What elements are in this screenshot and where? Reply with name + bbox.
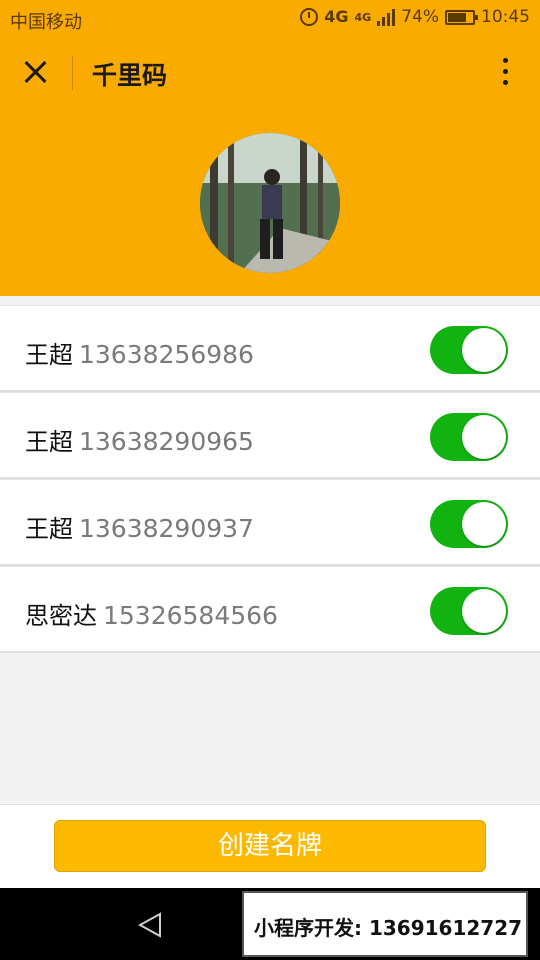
battery-icon [445,9,478,25]
app-header: 千里码 [0,38,540,296]
contact-toggle[interactable] [430,326,508,374]
contact-name: 王超 [25,428,73,456]
create-card-button[interactable]: 创建名牌 [54,820,486,872]
network-type-secondary: 4G [354,10,372,24]
contact-toggle[interactable] [430,413,508,461]
contact-list: 王超 13638256986 王超 13638290965 王超 1363829093… [0,305,540,653]
toggle-knob [462,415,506,459]
battery-percent: 74% [401,7,439,27]
contact-name: 王超 [25,341,73,369]
contact-phone: 13638290965 [79,427,254,456]
toggle-knob [462,502,506,546]
contact-label: 王超 13638256986 [25,335,254,370]
carrier-name: 中国移动 [10,12,82,33]
signal-icon [377,8,396,26]
contact-label: 王超 13638290965 [25,422,254,457]
contact-row[interactable]: 王超 13638256986 [0,305,540,392]
avatar[interactable] [200,133,340,273]
network-type: 4G [324,7,349,26]
contact-row[interactable]: 思密达 15326584566 [0,566,540,653]
contact-row[interactable]: 王超 13638290937 [0,479,540,566]
back-icon[interactable] [138,912,162,938]
toggle-knob [462,328,506,372]
navigation-bar-top: 千里码 [0,38,540,108]
promo-text: 小程序开发: 13691612727 [254,916,523,940]
contact-label: 王超 13638290937 [25,509,254,544]
alarm-icon [300,8,319,26]
bottom-action-bar: 创建名牌 [0,804,540,888]
toggle-knob [462,589,506,633]
close-icon[interactable] [22,58,50,86]
contact-phone: 13638290937 [79,514,254,543]
status-icons: 4G 4G 74% 10:45 [300,7,530,27]
contact-phone: 13638256986 [79,340,254,369]
page-title: 千里码 [92,61,168,90]
more-options-icon[interactable] [500,58,510,90]
contact-label: 思密达 15326584566 [25,596,278,631]
contact-row[interactable]: 王超 13638290965 [0,392,540,479]
nav-divider [72,56,73,90]
contact-toggle[interactable] [430,500,508,548]
promo-overlay: 小程序开发: 13691612727 [242,891,528,957]
system-navigation-bar: 小程序开发: 13691612727 [0,888,540,960]
avatar-photo [200,133,340,273]
contact-name: 王超 [25,515,73,543]
contact-toggle[interactable] [430,587,508,635]
clock: 10:45 [481,7,530,27]
status-bar: 中国移动 4G 4G 74% 10:45 [0,0,540,38]
contact-phone: 15326584566 [103,601,278,630]
contact-name: 思密达 [25,602,97,630]
